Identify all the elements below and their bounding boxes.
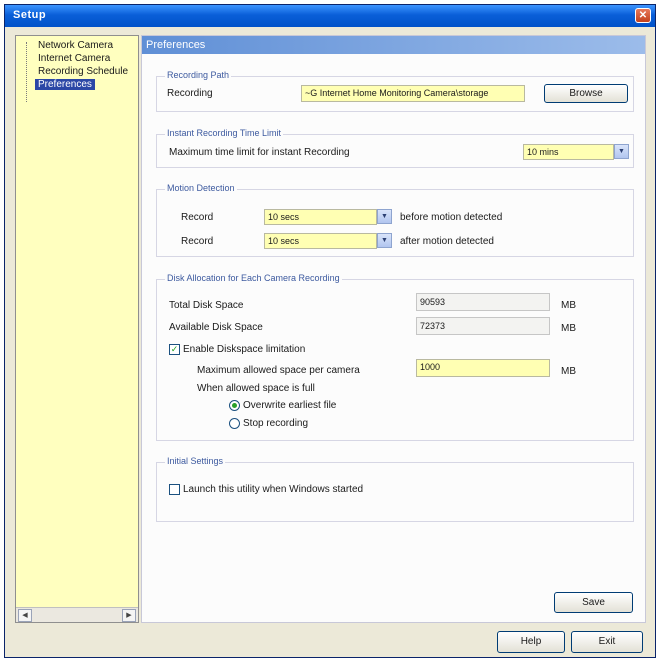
initial-settings-group: Initial Settings Launch this utility whe…	[156, 456, 634, 522]
recording-label: Recording	[167, 88, 213, 99]
after-motion-select[interactable]: 10 secs	[264, 233, 377, 249]
enable-diskspace-checkbox[interactable]: ✓	[169, 344, 180, 355]
nav-item-preferences[interactable]: Preferences	[35, 79, 95, 90]
launch-on-start-checkbox[interactable]	[169, 484, 180, 495]
setup-window: Setup ✕ Network Camera Internet Camera R…	[4, 4, 656, 658]
help-button[interactable]: Help	[497, 631, 565, 653]
chevron-down-icon: ▼	[618, 148, 625, 155]
group-title: Initial Settings	[165, 456, 226, 466]
nav-horizontal-scrollbar[interactable]: ◀ ▶	[16, 607, 138, 622]
before-motion-label: before motion detected	[400, 212, 503, 223]
max-space-unit: MB	[561, 366, 576, 377]
nav-item-recording-schedule[interactable]: Recording Schedule	[38, 66, 128, 77]
total-disk-field: 90593	[416, 293, 550, 311]
instant-limit-dropdown-button[interactable]: ▼	[614, 144, 629, 159]
group-title: Recording Path	[165, 70, 232, 80]
after-motion-label: after motion detected	[400, 236, 494, 247]
group-title: Disk Allocation for Each Camera Recordin…	[165, 273, 342, 283]
total-disk-unit: MB	[561, 300, 576, 311]
scroll-right-button[interactable]: ▶	[122, 609, 136, 622]
stop-recording-label: Stop recording	[243, 418, 309, 429]
after-motion-dropdown-button[interactable]: ▼	[377, 233, 392, 248]
window-title: Setup	[13, 9, 47, 21]
exit-button[interactable]: Exit	[571, 631, 643, 653]
tree-line	[26, 42, 27, 102]
group-title: Motion Detection	[165, 183, 237, 193]
group-title: Instant Recording Time Limit	[165, 128, 284, 138]
before-motion-dropdown-button[interactable]: ▼	[377, 209, 392, 224]
record-after-label: Record	[181, 236, 214, 247]
chevron-down-icon: ▼	[381, 213, 388, 220]
available-disk-field: 72373	[416, 317, 550, 335]
disk-allocation-group: Disk Allocation for Each Camera Recordin…	[156, 273, 634, 441]
instant-recording-group: Instant Recording Time Limit Maximum tim…	[156, 128, 634, 168]
instant-limit-select[interactable]: 10 mins	[523, 144, 614, 160]
stop-recording-radio[interactable]	[229, 418, 240, 429]
launch-on-start-label: Launch this utility when Windows started	[183, 484, 364, 495]
close-icon: ✕	[638, 10, 648, 21]
record-before-label: Record	[181, 212, 214, 223]
close-button[interactable]: ✕	[635, 8, 651, 23]
save-button[interactable]: Save	[554, 592, 633, 613]
max-space-field[interactable]: 1000	[416, 359, 550, 377]
scroll-left-button[interactable]: ◀	[18, 609, 32, 622]
instant-limit-label: Maximum time limit for instant Recording	[169, 147, 350, 158]
total-disk-label: Total Disk Space	[169, 300, 244, 311]
title-bar[interactable]: Setup ✕	[5, 5, 655, 27]
available-disk-unit: MB	[561, 323, 576, 334]
when-full-label: When allowed space is full	[197, 383, 315, 394]
recording-path-group: Recording Path Recording ~G Internet Hom…	[156, 70, 634, 112]
browse-button[interactable]: Browse	[544, 84, 628, 103]
panel-title: Preferences	[146, 39, 206, 51]
nav-item-network-camera[interactable]: Network Camera	[38, 40, 113, 51]
before-motion-select[interactable]: 10 secs	[264, 209, 377, 225]
overwrite-label: Overwrite earliest file	[243, 400, 337, 411]
chevron-down-icon: ▼	[381, 237, 388, 244]
recording-path-field[interactable]: ~G Internet Home Monitoring Camera\stora…	[301, 85, 525, 102]
overwrite-radio[interactable]	[229, 400, 240, 411]
preferences-panel: Preferences Recording Path Recording ~G …	[141, 35, 646, 623]
enable-diskspace-label: Enable Diskspace limitation	[183, 344, 306, 355]
settings-nav-tree: Network Camera Internet Camera Recording…	[15, 35, 139, 623]
motion-detection-group: Motion Detection Record 10 secs ▼ before…	[156, 183, 634, 257]
arrow-left-icon: ◀	[22, 612, 28, 619]
available-disk-label: Available Disk Space	[169, 322, 263, 333]
max-space-label: Maximum allowed space per camera	[197, 365, 360, 376]
panel-header: Preferences	[142, 36, 645, 54]
nav-item-internet-camera[interactable]: Internet Camera	[38, 53, 110, 64]
arrow-right-icon: ▶	[126, 612, 132, 619]
